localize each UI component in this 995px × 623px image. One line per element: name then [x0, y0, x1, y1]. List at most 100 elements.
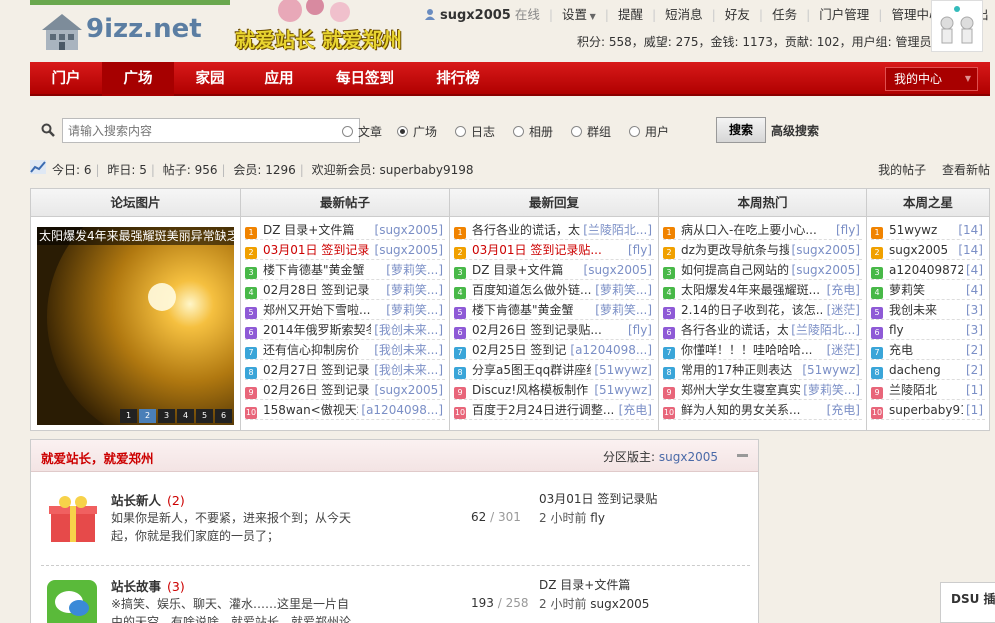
list-item-author[interactable]: [1]	[963, 380, 983, 399]
list-item-author[interactable]: [sugx2005]	[788, 240, 860, 259]
list-item-title[interactable]: 2014年俄罗斯索契冬	[263, 323, 378, 337]
list-item-title[interactable]: a120409872	[889, 263, 965, 277]
list-item[interactable]: 4 萝莉笑 [4]	[871, 280, 985, 300]
nav-square[interactable]: 广场	[102, 62, 174, 96]
list-item-title[interactable]: 你懂咩！！！哇哈哈哈...	[681, 343, 812, 357]
list-item[interactable]: 5 郑州又开始下雪啦... [萝莉笑...]	[245, 300, 445, 320]
slider-page[interactable]: 2	[139, 409, 156, 423]
list-item[interactable]: 9 Discuz!风格模板制作 [51wywz]	[454, 380, 654, 400]
list-item[interactable]: 10 superbaby91 [1]	[871, 400, 985, 420]
list-item[interactable]: 2 dz为更改导航条与搜 [sugx2005]	[663, 240, 862, 260]
last-post-link[interactable]: 03月01日 签到记录贴	[539, 492, 657, 506]
list-item[interactable]: 7 你懂咩！！！哇哈哈哈... [迷茫]	[663, 340, 862, 360]
list-item-author[interactable]: [我创未来...]	[371, 320, 443, 339]
search-option-album[interactable]: 相册	[513, 123, 553, 139]
search-button[interactable]: 搜索	[716, 117, 766, 143]
list-item-title[interactable]: 兰陵陌北	[889, 383, 937, 397]
slider-page[interactable]: 4	[177, 409, 194, 423]
avatar[interactable]	[931, 0, 983, 52]
list-item-author[interactable]: [1]	[963, 400, 983, 419]
list-item-title[interactable]: Discuz!风格模板制作	[472, 383, 588, 397]
list-item-author[interactable]: [萝莉笑...]	[592, 280, 652, 299]
list-item[interactable]: 7 充电 [2]	[871, 340, 985, 360]
last-post-user[interactable]: fly	[590, 511, 605, 525]
list-item-title[interactable]: 51wywz	[889, 223, 937, 237]
list-item-title[interactable]: 病从口入-在吃上要小心...	[681, 223, 817, 237]
list-item-title[interactable]: 各行各业的谎话，太	[681, 323, 789, 337]
list-item[interactable]: 2 03月01日 签到记录贴... [fly]	[454, 240, 654, 260]
view-new-posts-link[interactable]: 查看新帖	[942, 163, 990, 177]
list-item-title[interactable]: 158wan<傲视天地	[263, 403, 369, 417]
list-item-title[interactable]: sugx2005	[889, 243, 948, 257]
list-item-title[interactable]: fly	[889, 323, 904, 337]
list-item[interactable]: 6 fly [3]	[871, 320, 985, 340]
list-item-title[interactable]: 02月26日 签到记录	[263, 383, 369, 397]
search-input[interactable]	[62, 118, 360, 143]
list-item-author[interactable]: [sugx2005]	[788, 260, 860, 279]
tasks-link[interactable]: 任务	[772, 7, 797, 22]
list-item-title[interactable]: 2.14的日子收到花，该怎...	[681, 303, 827, 317]
list-item[interactable]: 6 各行各业的谎话，太 [兰陵陌北...]	[663, 320, 862, 340]
username-link[interactable]: sugx2005	[440, 8, 511, 23]
list-item[interactable]: 8 分享a5图王qq群讲座经 [51wywz]	[454, 360, 654, 380]
notice-link[interactable]: 提醒	[618, 7, 643, 22]
list-item[interactable]: 10 鲜为人知的男女关系... [充电]	[663, 400, 862, 420]
list-item[interactable]: 10 百度于2月24日进行调整... [充电]	[454, 400, 654, 420]
list-item-author[interactable]: [a1204098...]	[358, 400, 443, 419]
list-item-author[interactable]: [迷茫]	[823, 340, 860, 359]
list-item[interactable]: 5 我创未来 [3]	[871, 300, 985, 320]
list-item[interactable]: 3 楼下肯德基"黄金蟹 [萝莉笑...]	[245, 260, 445, 280]
dsu-plugin-tab[interactable]: DSU 插件	[940, 582, 995, 623]
list-item[interactable]: 1 DZ 目录+文件篇 [sugx2005]	[245, 220, 445, 240]
list-item-title[interactable]: superbaby91	[889, 403, 968, 417]
search-option-user[interactable]: 用户	[629, 123, 669, 139]
list-item[interactable]: 10 158wan<傲视天地 [a1204098...]	[245, 400, 445, 420]
list-item-author[interactable]: [萝莉笑...]	[383, 280, 443, 299]
portal-admin-link[interactable]: 门户管理	[819, 7, 869, 22]
list-item-author[interactable]: [萝莉笑...]	[592, 300, 652, 319]
list-item-title[interactable]: DZ 目录+文件篇	[263, 223, 354, 237]
advanced-search-link[interactable]: 高级搜索	[771, 122, 819, 139]
list-item-author[interactable]: [2]	[963, 340, 983, 359]
list-item-author[interactable]: [51wywz]	[591, 380, 652, 399]
list-item-author[interactable]: [我创未来...]	[371, 340, 443, 359]
list-item-author[interactable]: [a1204098...]	[567, 340, 652, 359]
list-item[interactable]: 5 2.14的日子收到花，该怎... [迷茫]	[663, 300, 862, 320]
list-item-author[interactable]: [3]	[963, 300, 983, 319]
list-item[interactable]: 3 如何提高自己网站的 [sugx2005]	[663, 260, 862, 280]
list-item[interactable]: 5 楼下肯德基"黄金蟹 [萝莉笑...]	[454, 300, 654, 320]
list-item[interactable]: 3 a120409872 [4]	[871, 260, 985, 280]
last-post-user[interactable]: sugx2005	[590, 597, 649, 611]
list-item-author[interactable]: [4]	[963, 260, 983, 279]
search-option-blog[interactable]: 日志	[455, 123, 495, 139]
list-item[interactable]: 7 02月25日 签到记录 [a1204098...]	[454, 340, 654, 360]
category-title[interactable]: 就爱站长，就爱郑州	[41, 448, 154, 467]
list-item-title[interactable]: 萝莉笑	[889, 283, 925, 297]
list-item-title[interactable]: dz为更改导航条与搜	[681, 243, 791, 257]
site-logo[interactable]: 9izz.net 就爱站长 就爱郑州	[30, 0, 440, 60]
list-item[interactable]: 1 51wywz [14]	[871, 220, 985, 240]
list-item-title[interactable]: 如何提高自己网站的	[681, 263, 789, 277]
list-item-title[interactable]: 郑州又开始下雪啦...	[263, 303, 370, 317]
list-item-author[interactable]: [sugx2005]	[371, 380, 443, 399]
list-item-author[interactable]: [2]	[963, 360, 983, 379]
list-item-author[interactable]: [迷茫]	[823, 300, 860, 319]
list-item-title[interactable]: 02月26日 签到记录贴...	[472, 323, 602, 337]
nav-home[interactable]: 家园	[174, 62, 246, 96]
list-item-author[interactable]: [充电]	[823, 400, 860, 419]
settings-link[interactable]: 设置	[562, 7, 587, 22]
list-item-author[interactable]: [4]	[963, 280, 983, 299]
list-item-title[interactable]: DZ 目录+文件篇	[472, 263, 563, 277]
my-posts-link[interactable]: 我的帖子	[878, 163, 926, 177]
board-name[interactable]: 站长故事	[111, 579, 161, 594]
list-item[interactable]: 8 02月27日 签到记录 [我创未来...]	[245, 360, 445, 380]
list-item-title[interactable]: 分享a5图王qq群讲座经	[472, 363, 598, 377]
image-slider[interactable]: 太阳爆发4年来最强耀斑美丽异常缺乏 123456	[37, 227, 234, 425]
list-item-author[interactable]: [sugx2005]	[371, 240, 443, 259]
list-item-title[interactable]: 郑州大学女生寝室真实	[681, 383, 801, 397]
list-item-author[interactable]: [充电]	[823, 280, 860, 299]
list-item-title[interactable]: 各行各业的谎话，太	[472, 223, 580, 237]
board-name[interactable]: 站长新人	[111, 493, 161, 508]
list-item[interactable]: 4 太阳爆发4年来最强耀斑... [充电]	[663, 280, 862, 300]
list-item-title[interactable]: 充电	[889, 343, 913, 357]
